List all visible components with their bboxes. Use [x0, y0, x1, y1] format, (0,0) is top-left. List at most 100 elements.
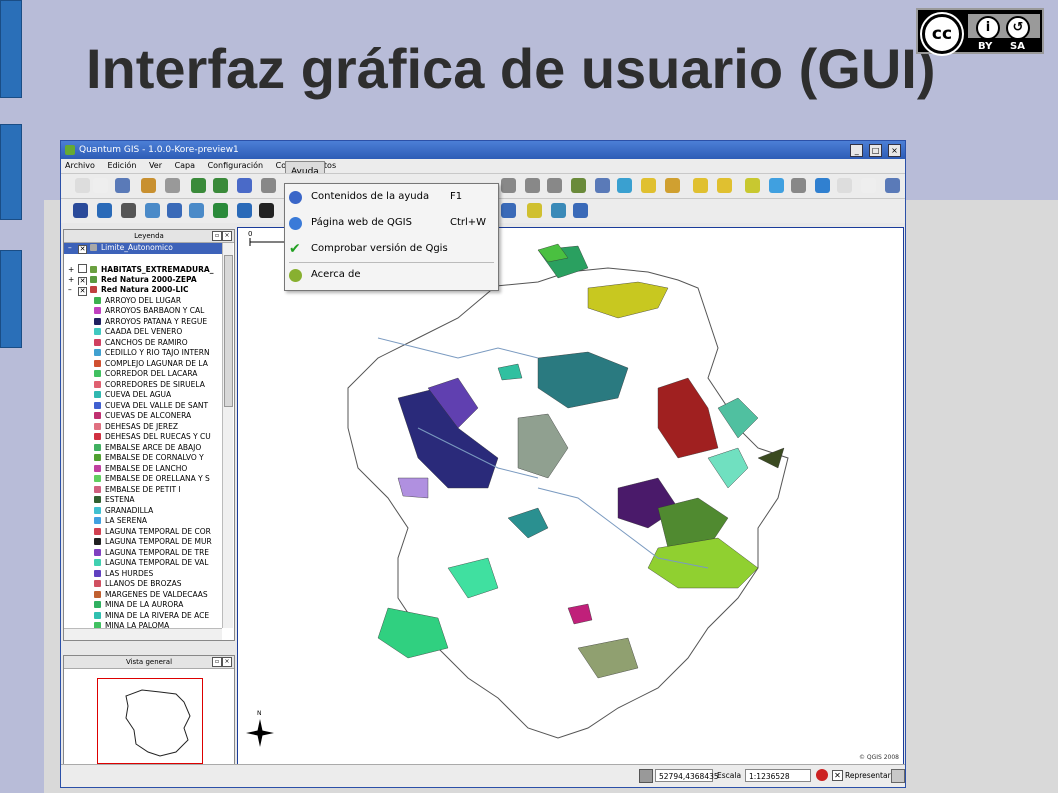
float-panel-button[interactable]: ▫ — [212, 231, 222, 241]
toolbar-tool-icon[interactable] — [885, 178, 900, 193]
toolbar-tool-icon[interactable] — [617, 178, 632, 193]
map-canvas[interactable]: N 0 © QGIS 2008 — [237, 227, 904, 765]
class-symbol-icon — [94, 580, 101, 587]
toolbar-layer-icon[interactable] — [551, 203, 566, 218]
legend-class-label: LA SERENA — [105, 516, 148, 525]
tree-expander-icon[interactable]: – — [68, 243, 78, 254]
toolbar-layer-icon[interactable] — [121, 203, 136, 218]
legend-layer[interactable]: – ✕ Limite_Autonomico — [64, 243, 222, 254]
toolbar-layer-icon[interactable] — [97, 203, 112, 218]
layer-symbol-icon — [90, 286, 97, 293]
help-menu-item[interactable]: Contenidos de la ayuda F1 — [285, 188, 498, 206]
legend-class-item: LAGUNA TEMPORAL DE VAL — [64, 558, 222, 569]
toolbar-tool-icon[interactable] — [769, 178, 784, 193]
tree-expander-icon[interactable]: + — [68, 275, 78, 286]
tree-expander-icon[interactable]: + — [68, 265, 78, 275]
coordinate-toggle-icon[interactable] — [639, 769, 653, 783]
legend-class-item: DEHESAS DE JEREZ — [64, 422, 222, 433]
tree-expander-icon[interactable]: – — [68, 285, 78, 296]
stop-render-icon[interactable] — [816, 769, 828, 781]
toolbar-tool-icon[interactable] — [165, 178, 180, 193]
menu-separator — [289, 262, 494, 263]
toolbar-tool-icon[interactable] — [665, 178, 680, 193]
toolbar-tool-icon[interactable] — [115, 178, 130, 193]
menu-archivo[interactable]: Archivo — [65, 161, 95, 170]
toolbar-tool-icon[interactable] — [717, 178, 732, 193]
legend-panel-title: Leyenda ▫ × — [64, 230, 234, 243]
toolbar-layer-icon[interactable] — [213, 203, 228, 218]
legend-layer-label: Red Natura 2000-LIC — [101, 285, 189, 294]
toolbar-layer-icon[interactable] — [189, 203, 204, 218]
toolbar-tool-icon[interactable] — [547, 178, 562, 193]
toolbar-layer-icon[interactable] — [237, 203, 252, 218]
toolbar-tool-icon[interactable] — [815, 178, 830, 193]
toolbar-tool-icon[interactable] — [261, 178, 276, 193]
scale-label: Escala — [717, 771, 742, 780]
layer-visibility-checkbox[interactable] — [78, 264, 87, 273]
toolbar-tool-icon[interactable] — [213, 178, 228, 193]
help-menu-item[interactable]: ✔ Comprobar versión de Qgis — [285, 240, 498, 258]
scale-bar-label: 0 — [248, 230, 253, 238]
layer-visibility-checkbox[interactable]: ✕ — [78, 245, 87, 254]
toolbar-tool-icon[interactable] — [595, 178, 610, 193]
legend-layer[interactable]: – ✕ Red Natura 2000-LIC — [64, 285, 222, 296]
toolbar-tool-icon[interactable] — [641, 178, 656, 193]
legend-class-item: EMBALSE DE ORELLANA Y S — [64, 474, 222, 485]
toolbar-tool-icon[interactable] — [571, 178, 586, 193]
legend-layer[interactable] — [64, 254, 222, 265]
toolbar-tool-icon[interactable] — [837, 178, 852, 193]
close-panel-button[interactable]: × — [222, 231, 232, 241]
legend-layer[interactable]: + ✕ Red Natura 2000-ZEPA — [64, 275, 222, 286]
toolbar-tool-icon[interactable] — [75, 178, 90, 193]
render-checkbox[interactable]: ✕ — [832, 770, 843, 781]
coordinates-field[interactable]: 52794,4368435 — [655, 769, 719, 782]
toolbar-tool-icon[interactable] — [237, 178, 252, 193]
legend-class-item: ESTENA — [64, 495, 222, 506]
menu-capa[interactable]: Capa — [175, 161, 195, 170]
legend-class-item: DEHESAS DEL RUECAS Y CU — [64, 432, 222, 443]
class-symbol-icon — [94, 506, 101, 514]
toolbar-layer-icon[interactable] — [259, 203, 274, 218]
toolbar-layer-icon[interactable] — [573, 203, 588, 218]
class-symbol-icon — [94, 328, 101, 335]
legend-horizontal-scrollbar[interactable] — [64, 628, 222, 640]
legend-class-label: LAGUNA TEMPORAL DE COR — [105, 526, 211, 536]
close-button[interactable]: × — [888, 144, 901, 157]
toolbar-tool-icon[interactable] — [791, 178, 806, 193]
toolbar-tool-icon[interactable] — [861, 178, 876, 193]
toolbar-tool-icon[interactable] — [141, 178, 156, 193]
class-symbol-icon — [94, 611, 101, 619]
maximize-button[interactable]: □ — [869, 144, 883, 157]
minimize-button[interactable]: _ — [850, 144, 864, 157]
layer-visibility-checkbox[interactable]: ✕ — [78, 287, 87, 296]
help-book-icon — [289, 191, 302, 204]
legend-class-item: CUEVAS DE ALCONERA — [64, 411, 222, 422]
toolbar-tool-icon[interactable] — [745, 178, 760, 193]
help-menu-item[interactable]: Página web de QGIS Ctrl+W — [285, 214, 498, 232]
legend-class-item: COMPLEJO LAGUNAR DE LA — [64, 359, 222, 370]
toolbar-layer-icon[interactable] — [73, 203, 88, 218]
layer-visibility-checkbox[interactable]: ✕ — [78, 276, 87, 285]
toolbar-tool-icon[interactable] — [693, 178, 708, 193]
menu-edicion[interactable]: Edición — [107, 161, 136, 170]
toolbar-layer-icon[interactable] — [145, 203, 160, 218]
menu-ver[interactable]: Ver — [149, 161, 162, 170]
legend-class-item: EMBALSE DE LANCHO — [64, 464, 222, 475]
legend-layer[interactable]: + HABITATS_EXTREMADURA_ — [64, 264, 222, 275]
toolbar-tool-icon[interactable] — [525, 178, 540, 193]
toolbar-tool-icon[interactable] — [93, 178, 108, 193]
legend-class-label: EMBALSE DE ORELLANA Y S — [105, 474, 210, 483]
legend-class-label: EMBALSE DE LANCHO — [105, 463, 188, 473]
toolbar-layer-icon[interactable] — [501, 203, 516, 218]
toolbar-tool-icon[interactable] — [501, 178, 516, 193]
legend-vertical-scrollbar[interactable] — [222, 243, 233, 628]
overview-map-outline — [125, 689, 191, 757]
toolbar-layer-icon[interactable] — [527, 203, 542, 218]
messages-icon[interactable] — [891, 769, 905, 783]
toolbar-layer-icon[interactable] — [167, 203, 182, 218]
help-menu-item[interactable]: Acerca de — [285, 266, 498, 284]
help-menu-label: Contenidos de la ayuda — [311, 191, 430, 202]
toolbar-tool-icon[interactable] — [191, 178, 206, 193]
scale-field[interactable]: 1:1236528 — [745, 769, 811, 782]
menu-configuracion[interactable]: Configuración — [208, 161, 264, 170]
